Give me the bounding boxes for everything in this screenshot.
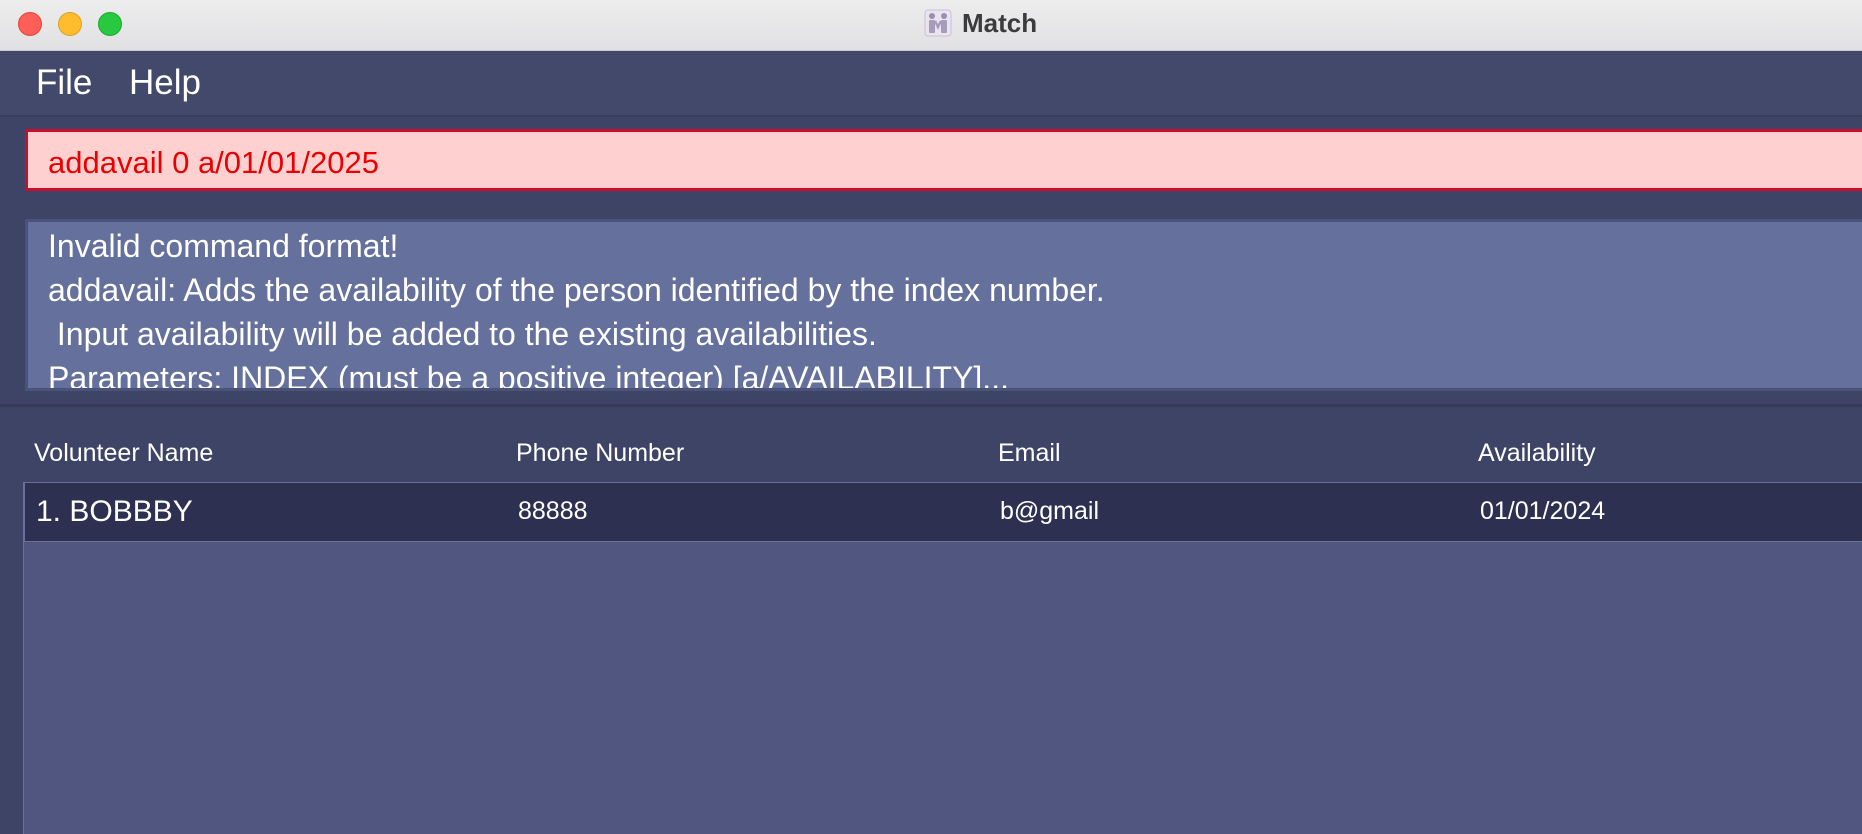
menu-file[interactable]: File xyxy=(36,63,92,103)
email-cell: b@gmail xyxy=(1000,497,1100,525)
menu-help[interactable]: Help xyxy=(129,63,201,103)
column-header-phone-number: Phone Number xyxy=(516,439,685,467)
command-box[interactable]: addavail 0 a/01/01/2025 xyxy=(25,129,1862,191)
result-line-parameters: Parameters: INDEX (must be a positive in… xyxy=(48,360,1009,391)
window-title: Match xyxy=(962,7,1038,38)
people-icon xyxy=(924,9,952,37)
result-line-note: Input availability will be added to the … xyxy=(48,316,877,352)
volunteer-name-cell: 1. BOBBBY xyxy=(36,495,193,528)
table-header: Volunteer Name Phone Number Email Availa… xyxy=(0,407,1862,482)
volunteer-list[interactable]: 1. BOBBBY 88888 b@gmail 01/01/2024 xyxy=(23,482,1862,834)
command-input[interactable]: addavail 0 a/01/01/2025 xyxy=(48,145,379,181)
app-window: Match File Help addavail 0 a/01/01/2025 … xyxy=(0,0,1862,834)
maximize-window-button[interactable] xyxy=(98,12,122,36)
command-box-container: addavail 0 a/01/01/2025 xyxy=(0,117,1862,207)
title-bar[interactable]: Match xyxy=(0,0,1862,51)
table-row[interactable]: 1. BOBBBY 88888 b@gmail 01/01/2024 xyxy=(24,482,1862,542)
close-window-button[interactable] xyxy=(18,12,42,36)
availability-cell: 01/01/2024 xyxy=(1480,497,1606,525)
volunteer-list-panel: Volunteer Name Phone Number Email Availa… xyxy=(0,407,1862,834)
result-line-error: Invalid command format! xyxy=(48,228,399,264)
result-display[interactable]: Invalid command format! addavail: Adds t… xyxy=(25,219,1862,391)
column-header-volunteer-name: Volunteer Name xyxy=(34,439,214,467)
column-header-availability: Availability xyxy=(1478,439,1596,467)
result-line-usage: addavail: Adds the availability of the p… xyxy=(48,272,1105,308)
window-title-group: Match xyxy=(924,8,1037,38)
result-display-container: Invalid command format! addavail: Adds t… xyxy=(0,207,1862,407)
column-header-email: Email xyxy=(998,439,1061,467)
phone-number-cell: 88888 xyxy=(518,497,588,525)
minimize-window-button[interactable] xyxy=(58,12,82,36)
menu-bar: File Help xyxy=(0,51,1862,117)
